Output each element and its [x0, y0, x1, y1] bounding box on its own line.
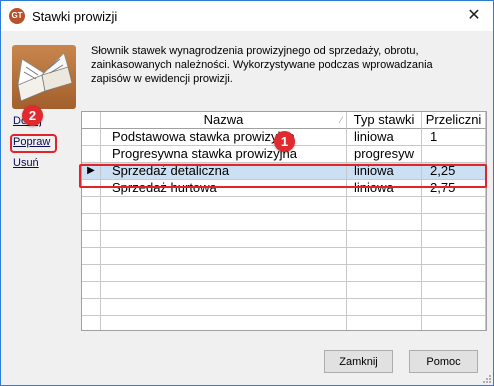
empty-row: [82, 316, 486, 330]
empty-row: [82, 214, 486, 231]
rate-type: liniowa: [347, 129, 422, 146]
column-header-name-label: Nazwa: [203, 112, 244, 127]
rate-type: progresyw: [347, 146, 422, 163]
empty-row: [82, 265, 486, 282]
empty-row: [82, 231, 486, 248]
column-header-factor[interactable]: Przeliczni: [422, 112, 486, 129]
step-marker-2: 2: [22, 105, 43, 126]
column-header-name[interactable]: Nazwa ⁄: [101, 112, 347, 129]
table-header: Nazwa ⁄ Typ stawki Przeliczni: [82, 112, 486, 129]
header-indicator-cell: [82, 112, 101, 129]
empty-row: [82, 299, 486, 316]
rate-factor: [422, 146, 486, 163]
app-icon: GT: [9, 8, 25, 24]
rate-factor: 1: [422, 129, 486, 146]
step-marker-1: 1: [274, 131, 295, 152]
book-icon: [12, 45, 76, 109]
resize-grip-icon[interactable]: [482, 374, 492, 384]
empty-row: [82, 248, 486, 265]
close-button[interactable]: Zamknij: [324, 350, 393, 373]
rate-name: Progresywna stawka prowizyjna: [101, 146, 347, 163]
description-text: Słownik stawek wynagrodzenia prowizyjneg…: [91, 45, 433, 85]
edit-link-highlight: [10, 134, 57, 153]
empty-row: [82, 197, 486, 214]
help-button[interactable]: Pomoc: [409, 350, 478, 373]
empty-row: [82, 282, 486, 299]
title-bar: GT Stawki prowizji ✕: [1, 1, 493, 31]
selected-row-highlight: [79, 164, 487, 188]
dialog-window: GT Stawki prowizji ✕ Dodaj Popraw Usuń 2…: [0, 0, 494, 386]
window-title: Stawki prowizji: [32, 9, 118, 24]
row-indicator: [82, 129, 101, 146]
sort-icon: ⁄: [340, 115, 342, 125]
column-header-type[interactable]: Typ stawki: [347, 112, 422, 129]
row-indicator: [82, 146, 101, 163]
close-icon[interactable]: ✕: [464, 7, 484, 25]
rate-name: Podstawowa stawka prowizyjna: [101, 129, 347, 146]
delete-link[interactable]: Usuń: [13, 157, 39, 169]
